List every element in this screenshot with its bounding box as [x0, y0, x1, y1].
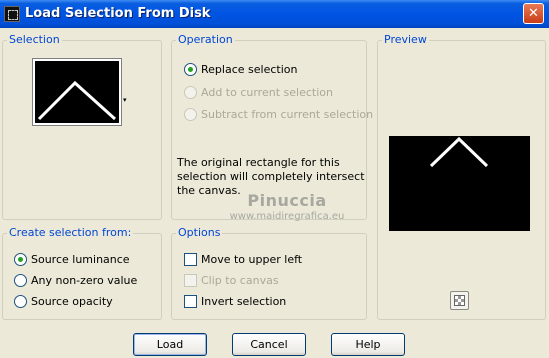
radio-label: Subtract from current selection — [201, 108, 374, 121]
transparency-toggle-button[interactable] — [450, 291, 469, 310]
close-button[interactable]: ✕ — [523, 3, 544, 24]
radio-button[interactable] — [184, 63, 197, 76]
window-title: Load Selection From Disk — [25, 6, 211, 21]
checkbox-label: Invert selection — [201, 295, 287, 308]
radio-button[interactable] — [184, 86, 197, 99]
radio-replace-selection[interactable]: Replace selection — [184, 63, 297, 76]
radio-subtract-from-selection[interactable]: Subtract from current selection — [184, 108, 373, 121]
radio-add-to-selection[interactable]: Add to current selection — [184, 86, 333, 99]
radio-source-opacity[interactable]: Source opacity — [14, 295, 113, 308]
radio-label: Source luminance — [31, 253, 130, 266]
cancel-button[interactable]: Cancel — [232, 333, 306, 356]
checkbox-label: Move to upper left — [201, 253, 303, 266]
checkbox-clip-to-canvas[interactable]: Clip to canvas — [184, 274, 279, 287]
radio-button[interactable] — [184, 108, 197, 121]
options-group-title: Options — [176, 226, 223, 239]
chevron-down-icon[interactable]: ▾ — [123, 97, 127, 104]
selection-thumbnail[interactable] — [32, 58, 122, 126]
radio-label: Any non-zero value — [31, 274, 138, 287]
radio-label: Source opacity — [31, 295, 113, 308]
app-icon — [4, 6, 20, 22]
load-selection-dialog: Load Selection From Disk ✕ Selection ▾ O… — [0, 0, 549, 358]
radio-label: Replace selection — [201, 63, 298, 76]
close-icon: ✕ — [528, 6, 539, 21]
create-from-group-title: Create selection from: — [7, 226, 134, 239]
radio-label: Add to current selection — [201, 86, 333, 99]
preview-group-title: Preview — [382, 33, 429, 46]
radio-button[interactable] — [14, 274, 27, 287]
load-button[interactable]: Load — [133, 333, 207, 356]
operation-info-text: The original rectangle for this selectio… — [177, 156, 365, 197]
checkbox-invert-selection[interactable]: Invert selection — [184, 295, 286, 308]
operation-group-title: Operation — [176, 33, 235, 46]
checkbox-label: Clip to canvas — [201, 274, 279, 287]
radio-button[interactable] — [14, 253, 27, 266]
checkbox[interactable] — [184, 274, 197, 287]
radio-any-non-zero[interactable]: Any non-zero value — [14, 274, 137, 287]
radio-source-luminance[interactable]: Source luminance — [14, 253, 130, 266]
checkerboard-icon — [454, 295, 465, 306]
title-bar[interactable]: Load Selection From Disk ✕ — [0, 0, 549, 28]
checkbox[interactable] — [184, 295, 197, 308]
selection-shape — [37, 80, 117, 121]
selection-group-title: Selection — [7, 33, 62, 46]
radio-button[interactable] — [14, 295, 27, 308]
preview-shape — [429, 136, 489, 168]
help-button[interactable]: Help — [331, 333, 405, 356]
preview-image — [389, 136, 530, 231]
checkbox[interactable] — [184, 253, 197, 266]
checkbox-move-to-upper-left[interactable]: Move to upper left — [184, 253, 302, 266]
